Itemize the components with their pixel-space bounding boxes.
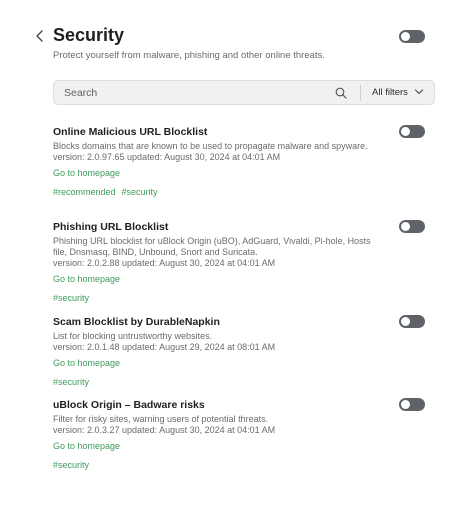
filter-description: List for blocking untrustworthy websites… xyxy=(53,331,213,341)
back-button[interactable] xyxy=(33,27,47,45)
filter-description: Phishing URL blocklist for uBlock Origin… xyxy=(53,236,371,257)
filter-item: Phishing URL Blocklist Phishing URL bloc… xyxy=(53,221,383,304)
tag-security[interactable]: #security xyxy=(122,187,158,197)
toggle-knob xyxy=(401,222,410,231)
filter-tags: #security xyxy=(53,291,383,304)
filter-toggle-scam[interactable] xyxy=(399,315,425,328)
filter-version: version: 2.0.2.88 updated: August 30, 20… xyxy=(53,258,276,268)
filter-tags: #security xyxy=(53,375,383,388)
toggle-knob xyxy=(401,32,410,41)
toggle-knob xyxy=(401,127,410,136)
filter-item: uBlock Origin – Badware risks Filter for… xyxy=(53,399,383,471)
tag-recommended[interactable]: #recommended xyxy=(53,187,116,197)
filter-toggle-badware[interactable] xyxy=(399,398,425,411)
chevron-down-icon xyxy=(414,89,423,95)
filter-title: Phishing URL Blocklist xyxy=(53,221,169,233)
homepage-link[interactable]: Go to homepage xyxy=(53,274,120,285)
filter-version: version: 2.0.97.65 updated: August 30, 2… xyxy=(53,152,281,162)
search-icon[interactable] xyxy=(335,87,347,99)
homepage-link[interactable]: Go to homepage xyxy=(53,441,120,452)
page-subtitle: Protect yourself from malware, phishing … xyxy=(53,50,325,61)
security-group-toggle[interactable] xyxy=(399,30,425,43)
homepage-link[interactable]: Go to homepage xyxy=(53,168,120,179)
toggle-knob xyxy=(401,317,410,326)
search-input[interactable] xyxy=(64,85,324,101)
all-filters-dropdown[interactable]: All filters xyxy=(372,81,424,104)
filter-item: Scam Blocklist by DurableNapkin List for… xyxy=(53,316,383,388)
filter-title: uBlock Origin – Badware risks xyxy=(53,399,205,411)
filter-tags: #recommended #security xyxy=(53,185,383,198)
filter-toggle-phishing[interactable] xyxy=(399,220,425,233)
chevron-left-icon xyxy=(36,30,43,42)
page-title: Security xyxy=(53,25,125,45)
all-filters-label: All filters xyxy=(372,87,408,98)
search-divider xyxy=(360,85,361,101)
tag-security[interactable]: #security xyxy=(53,460,89,470)
tag-security[interactable]: #security xyxy=(53,377,89,387)
filter-version: version: 2.0.1.48 updated: August 29, 20… xyxy=(53,342,276,352)
homepage-link[interactable]: Go to homepage xyxy=(53,358,120,369)
filter-title: Online Malicious URL Blocklist xyxy=(53,126,208,138)
tag-security[interactable]: #security xyxy=(53,293,89,303)
filter-description: Filter for risky sites, warning users of… xyxy=(53,414,269,424)
filter-tags: #security xyxy=(53,458,383,471)
filter-description: Blocks domains that are known to be used… xyxy=(53,141,368,151)
search-bar: All filters xyxy=(53,80,435,105)
toggle-knob xyxy=(401,400,410,409)
filter-toggle-online-malicious[interactable] xyxy=(399,125,425,138)
filter-item: Online Malicious URL Blocklist Blocks do… xyxy=(53,126,383,198)
filter-version: version: 2.0.3.27 updated: August 30, 20… xyxy=(53,425,276,435)
filter-title: Scam Blocklist by DurableNapkin xyxy=(53,316,220,328)
